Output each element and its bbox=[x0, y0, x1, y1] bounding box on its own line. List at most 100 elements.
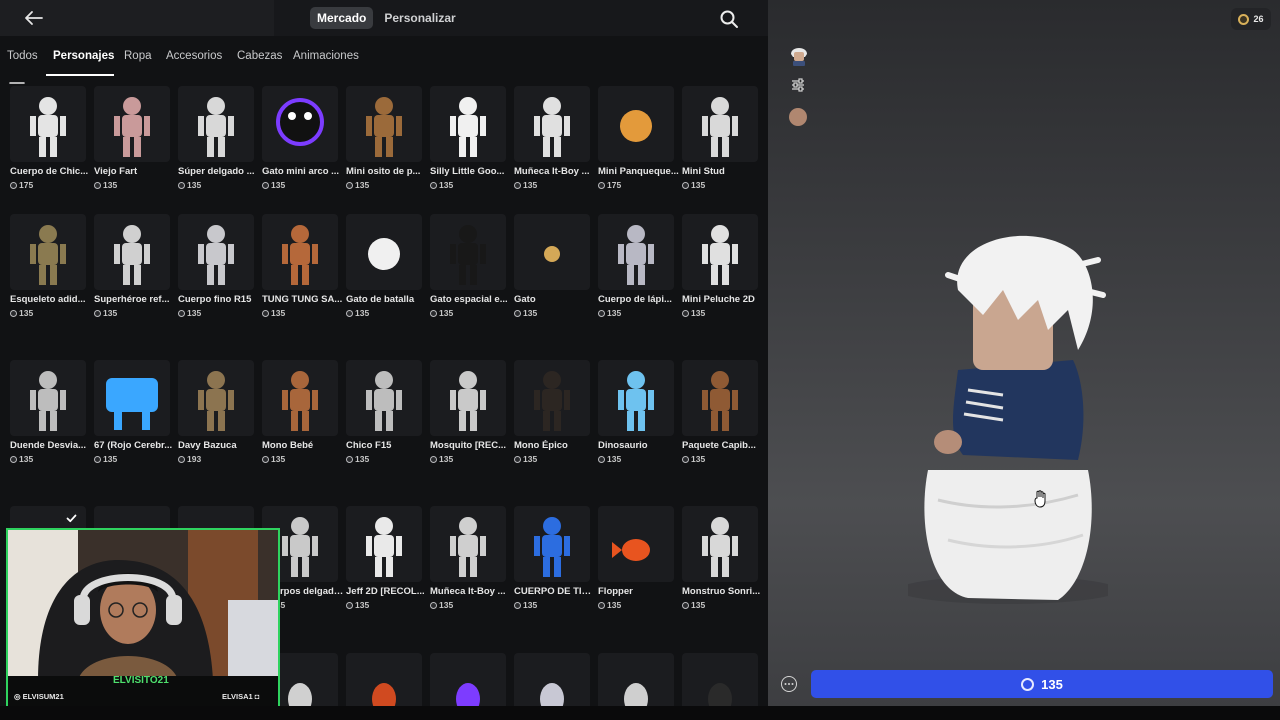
item-name: Chico F15 bbox=[346, 440, 392, 451]
item-price: 135 bbox=[430, 308, 453, 318]
segment-personalizar[interactable]: Personalizar bbox=[377, 7, 462, 29]
bear-icon bbox=[366, 97, 402, 157]
tab-cabezas[interactable]: Cabezas bbox=[237, 50, 282, 62]
item-name: Mono Épico bbox=[514, 440, 568, 451]
item-price-value: 135 bbox=[523, 308, 538, 318]
item-name: Muñeca It-Boy ... bbox=[430, 586, 506, 597]
robux-icon bbox=[94, 455, 101, 463]
check-icon bbox=[66, 514, 77, 523]
item-price: 135 bbox=[346, 600, 369, 610]
robux-icon bbox=[262, 455, 269, 463]
item-name: Esqueleto adid... bbox=[10, 294, 86, 305]
avatar-head-icon[interactable] bbox=[788, 44, 810, 66]
item-price: 135 bbox=[262, 180, 285, 190]
avatar-3d-preview[interactable] bbox=[908, 220, 1108, 620]
item-price: 135 bbox=[430, 180, 453, 190]
item-price-value: 135 bbox=[187, 180, 202, 190]
robux-icon bbox=[682, 455, 689, 463]
stick-body-icon bbox=[198, 97, 234, 157]
item-thumbnail bbox=[10, 86, 86, 162]
robux-icon bbox=[10, 181, 17, 189]
robux-icon bbox=[94, 181, 101, 189]
tab-todos[interactable]: Todos bbox=[7, 50, 38, 62]
instagram-tag: ◎ ELVISUM21 bbox=[14, 692, 64, 701]
cat-head-icon bbox=[368, 238, 400, 270]
robux-icon bbox=[598, 455, 605, 463]
robux-icon bbox=[430, 455, 437, 463]
blue-67-icon bbox=[106, 378, 158, 430]
item-thumbnail bbox=[346, 214, 422, 290]
item-price-value: 135 bbox=[523, 180, 538, 190]
monkey-icon bbox=[282, 371, 318, 431]
discord-icon: ◘ bbox=[252, 692, 260, 701]
item-price-value: 135 bbox=[691, 308, 706, 318]
item-price-value: 135 bbox=[439, 454, 454, 464]
item-price-value: 135 bbox=[523, 454, 538, 464]
pencil-icon bbox=[618, 225, 654, 285]
capybara-icon bbox=[702, 371, 738, 431]
robux-icon bbox=[514, 181, 521, 189]
robux-icon bbox=[598, 309, 605, 317]
item-name: Gato mini arco ... bbox=[262, 166, 340, 177]
robux-icon bbox=[430, 309, 437, 317]
item-price: 175 bbox=[598, 180, 621, 190]
item-price: 135 bbox=[682, 180, 705, 190]
item-price: 135 bbox=[430, 454, 453, 464]
item-price-value: 135 bbox=[355, 180, 370, 190]
item-price-value: 175 bbox=[19, 180, 34, 190]
item-name: Gato espacial e... bbox=[430, 294, 508, 305]
item-price-value: 135 bbox=[691, 454, 706, 464]
tab-animaciones[interactable]: Animaciones bbox=[293, 50, 359, 62]
item-price-value: 175 bbox=[607, 180, 622, 190]
item-thumbnail bbox=[94, 360, 170, 436]
item-name: Duende Desvia... bbox=[10, 440, 87, 451]
discord-tag: ELVISA1 ◘ bbox=[222, 692, 259, 701]
item-price: 135 bbox=[430, 600, 453, 610]
segment-mercado[interactable]: Mercado bbox=[310, 7, 374, 29]
item-thumbnail bbox=[262, 360, 338, 436]
back-arrow-icon[interactable] bbox=[22, 8, 46, 28]
buy-price: 135 bbox=[1041, 676, 1063, 692]
item-name: Mini Peluche 2D bbox=[682, 294, 755, 305]
item-price-value: 193 bbox=[187, 454, 202, 464]
robux-icon bbox=[262, 309, 269, 317]
robux-icon bbox=[178, 455, 185, 463]
item-thumbnail bbox=[682, 214, 758, 290]
robux-balance[interactable]: 26 bbox=[1231, 8, 1271, 30]
fish-icon bbox=[612, 539, 650, 561]
sliders-icon[interactable] bbox=[790, 77, 806, 93]
item-price: 135 bbox=[514, 454, 537, 464]
robux-icon bbox=[598, 181, 605, 189]
item-thumbnail bbox=[346, 506, 422, 582]
tab-ropa[interactable]: Ropa bbox=[124, 50, 152, 62]
more-options-icon[interactable] bbox=[781, 676, 797, 692]
top-bar: Mercado Personalizar bbox=[0, 0, 768, 36]
skin-tone-swatch[interactable] bbox=[789, 108, 807, 126]
avatar-preview-panel: 26 135 bbox=[768, 0, 1280, 720]
item-name: Mono Bebé bbox=[262, 440, 314, 451]
robux-icon bbox=[1021, 677, 1035, 691]
app-root: Mercado Personalizar Todos Personajes Ropa A… bbox=[0, 0, 1280, 720]
item-name: 67 (Rojo Cerebr... bbox=[94, 440, 173, 451]
instagram-handle: ELVISUM21 bbox=[22, 692, 64, 701]
doll-icon bbox=[534, 97, 570, 157]
item-price: 135 bbox=[682, 308, 705, 318]
item-name: Mini Panqueque... bbox=[598, 166, 679, 177]
owned-checkbox[interactable] bbox=[64, 511, 79, 526]
item-thumbnail bbox=[346, 360, 422, 436]
robux-icon bbox=[598, 601, 605, 609]
item-price: 135 bbox=[346, 308, 369, 318]
purchase-bar: 135 bbox=[768, 664, 1280, 704]
tab-personajes[interactable]: Personajes bbox=[53, 50, 114, 62]
item-thumbnail bbox=[262, 86, 338, 162]
search-icon[interactable] bbox=[718, 8, 740, 30]
robux-balance-value: 26 bbox=[1253, 14, 1264, 24]
item-thumbnail bbox=[178, 360, 254, 436]
tab-accesorios[interactable]: Accesorios bbox=[166, 50, 222, 62]
item-thumbnail bbox=[514, 506, 590, 582]
robux-icon bbox=[430, 181, 437, 189]
item-price-value: 135 bbox=[355, 454, 370, 464]
robux-icon bbox=[10, 455, 17, 463]
buy-button[interactable]: 135 bbox=[811, 670, 1273, 698]
item-price-value: 135 bbox=[355, 600, 370, 610]
